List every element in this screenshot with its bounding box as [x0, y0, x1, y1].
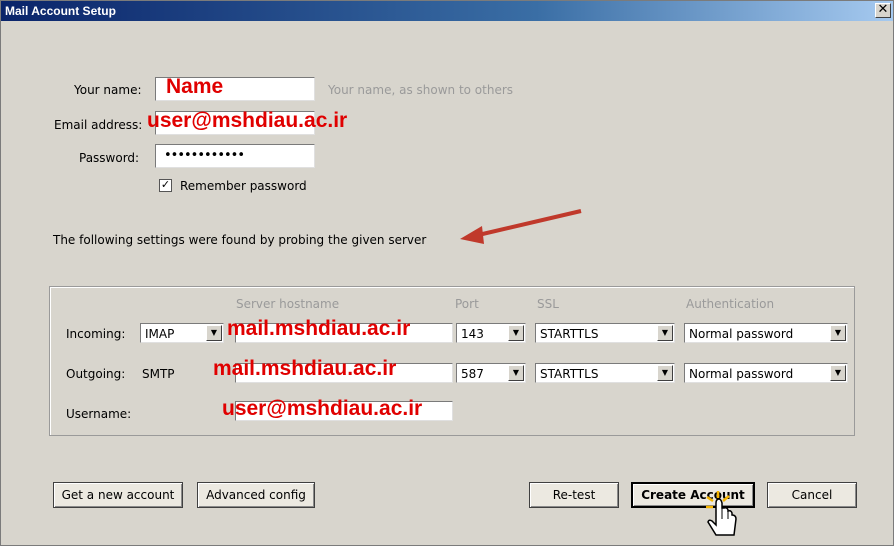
chevron-down-icon: ▼	[206, 325, 222, 341]
incoming-protocol-value: IMAP	[145, 327, 175, 341]
remember-password-checkbox[interactable]: ✓	[159, 179, 172, 192]
outgoing-port-value: 587	[461, 367, 484, 381]
incoming-ssl-select[interactable]: STARTTLS ▼	[535, 323, 675, 343]
incoming-port-value: 143	[461, 327, 484, 341]
port-header: Port	[455, 297, 479, 311]
mail-account-setup-window: Mail Account Setup ✕ Your name: Name You…	[0, 0, 894, 546]
outgoing-ssl-select[interactable]: STARTTLS ▼	[535, 363, 675, 383]
incoming-hostname-value: mail.mshdiau.ac.ir	[227, 317, 411, 340]
name-value: Name	[166, 75, 224, 98]
get-new-account-button[interactable]: Get a new account	[53, 482, 183, 508]
outgoing-auth-value: Normal password	[689, 367, 794, 381]
outgoing-hostname-value: mail.mshdiau.ac.ir	[213, 357, 397, 380]
password-value: ••••••••••••	[164, 148, 245, 163]
email-value: user@mshdiau.ac.ir	[147, 109, 348, 132]
name-label: Your name:	[74, 83, 142, 97]
outgoing-ssl-value: STARTTLS	[540, 367, 599, 381]
username-value: user@mshdiau.ac.ir	[222, 397, 423, 420]
probe-message: The following settings were found by pro…	[53, 233, 427, 247]
chevron-down-icon: ▼	[830, 325, 846, 341]
chevron-down-icon: ▼	[508, 325, 524, 341]
window-title: Mail Account Setup	[5, 4, 116, 18]
incoming-protocol-select[interactable]: IMAP ▼	[140, 323, 224, 343]
incoming-label: Incoming:	[66, 327, 126, 341]
outgoing-port-select[interactable]: 587 ▼	[456, 363, 526, 383]
ssl-header: SSL	[537, 297, 559, 311]
red-arrow-icon	[460, 209, 582, 244]
password-label: Password:	[79, 151, 140, 165]
chevron-down-icon: ▼	[657, 325, 673, 341]
incoming-ssl-value: STARTTLS	[540, 327, 599, 341]
advanced-config-button[interactable]: Advanced config	[197, 482, 315, 508]
cancel-button[interactable]: Cancel	[767, 482, 857, 508]
outgoing-auth-select[interactable]: Normal password ▼	[684, 363, 848, 383]
chevron-down-icon: ▼	[657, 365, 673, 381]
hand-cursor-icon	[706, 491, 737, 536]
outgoing-protocol: SMTP	[142, 367, 175, 381]
incoming-auth-value: Normal password	[689, 327, 794, 341]
username-label: Username:	[66, 407, 132, 421]
title-bar: Mail Account Setup ✕	[1, 1, 893, 21]
chevron-down-icon: ▼	[830, 365, 846, 381]
incoming-port-select[interactable]: 143 ▼	[456, 323, 526, 343]
close-icon[interactable]: ✕	[875, 3, 891, 18]
server-settings-group: Server hostname Port SSL Authentication …	[49, 286, 855, 436]
outgoing-label: Outgoing:	[66, 367, 126, 381]
remember-password-label: Remember password	[180, 179, 307, 193]
server-hostname-header: Server hostname	[236, 297, 340, 311]
email-label: Email address:	[54, 118, 143, 132]
incoming-auth-select[interactable]: Normal password ▼	[684, 323, 848, 343]
name-hint: Your name, as shown to others	[328, 83, 514, 97]
retest-button[interactable]: Re-test	[529, 482, 619, 508]
password-input[interactable]: ••••••••••••	[155, 144, 315, 168]
authentication-header: Authentication	[686, 297, 775, 311]
chevron-down-icon: ▼	[508, 365, 524, 381]
